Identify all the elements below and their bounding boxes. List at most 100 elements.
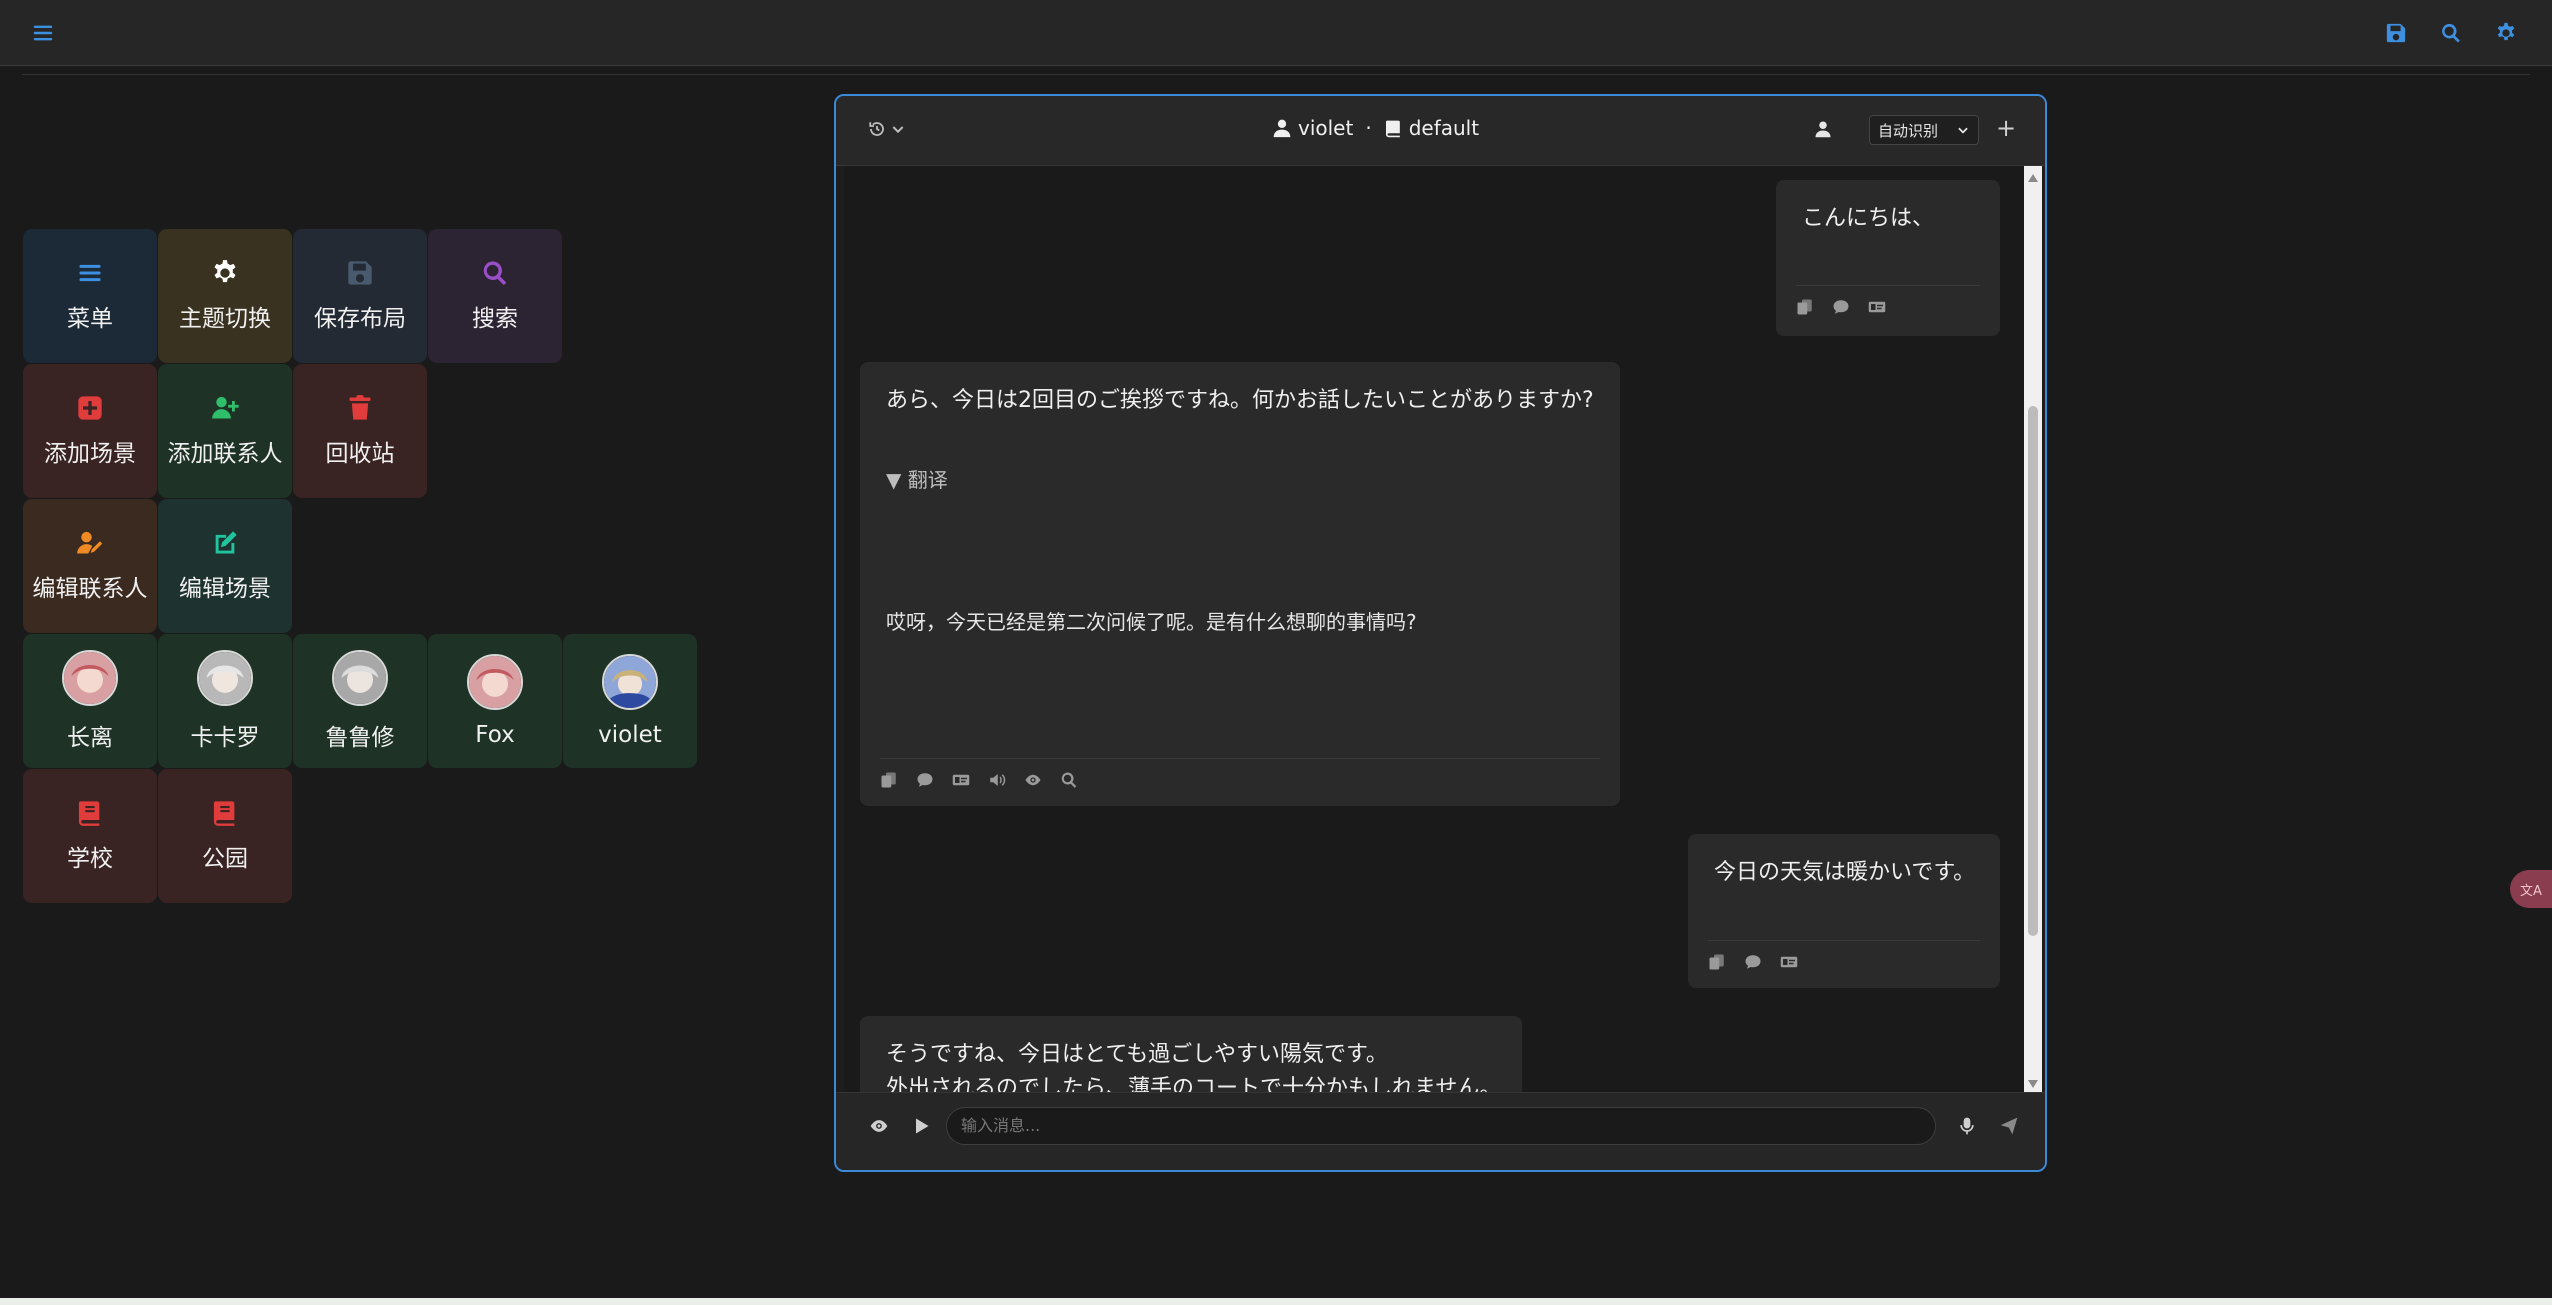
add-scene-tile[interactable]: 添加场景 (23, 364, 157, 498)
tile-label: 编辑联系人 (32, 576, 148, 602)
chat-title: violet · default (1272, 116, 1479, 140)
theme-toggle-tile[interactable]: 主题切换 (158, 229, 292, 363)
avatar (197, 650, 253, 706)
chat-composer: 输入消息... (836, 1092, 2045, 1170)
recycle-bin-tile[interactable]: 回收站 (293, 364, 427, 498)
microphone-button[interactable] (1954, 1113, 1980, 1139)
translation-toggle[interactable]: ▼ 翻译 (886, 464, 948, 493)
book-icon (78, 801, 100, 826)
edit-scene-tile[interactable]: 编辑场景 (158, 499, 292, 633)
tile-label: 编辑场景 (179, 576, 271, 602)
title-separator: · (1365, 116, 1372, 140)
user-plus-icon (212, 396, 239, 419)
id-card-icon[interactable] (1868, 298, 1886, 316)
contact-name: violet (1298, 116, 1354, 140)
scroll-down-arrow[interactable] (2028, 1080, 2038, 1088)
hamburger-icon[interactable] (28, 18, 58, 48)
save-layout-tile[interactable]: 保存布局 (293, 229, 427, 363)
scene-tile-school[interactable]: 学校 (23, 769, 157, 903)
copy-icon[interactable] (1708, 953, 1726, 971)
book-icon (1385, 120, 1400, 137)
tile-label: 卡卡罗 (190, 725, 260, 751)
id-card-icon[interactable] (1780, 953, 1798, 971)
message-tools (880, 758, 1600, 789)
history-dropdown[interactable] (868, 120, 906, 138)
contact-tile-violet[interactable]: violet (563, 634, 697, 768)
send-button[interactable] (1996, 1113, 2022, 1139)
tile-label: Fox (475, 722, 515, 748)
gear-icon[interactable] (2491, 18, 2521, 48)
copy-icon[interactable] (880, 771, 898, 789)
message-bubble-user: 今日の天気は暖かいです。 (1688, 834, 2000, 988)
search-icon[interactable] (2436, 18, 2466, 48)
scene-tile-park[interactable]: 公园 (158, 769, 292, 903)
tile-label: 长离 (67, 725, 113, 751)
message-bubble-assistant: そうですね、今日はとても過ごしやすい陽気です。 外出されるのでしたら、薄手のコー… (860, 1016, 1522, 1096)
message-list: こんにちは、 あら、今日は2回目のご挨拶ですね。何かお話したいことがありますか?… (844, 166, 2042, 1096)
eye-toggle-button[interactable] (866, 1113, 892, 1139)
chat-header: violet · default 自动识别 + (836, 96, 2045, 166)
eye-icon (870, 1120, 888, 1132)
hamburger-icon (79, 264, 101, 282)
tile-label: 回收站 (325, 441, 395, 467)
message-text: 今日の天気は暖かいです。 (1714, 860, 1976, 885)
eye-icon[interactable] (1024, 771, 1042, 789)
plus-square-icon (78, 396, 102, 420)
comment-icon[interactable] (1832, 298, 1850, 316)
contact-tile-changli[interactable]: 长离 (23, 634, 157, 768)
play-button[interactable] (908, 1113, 934, 1139)
language-select[interactable]: 自动识别 (1869, 115, 1979, 145)
avatar (467, 654, 523, 710)
message-bubble-user: こんにちは、 (1776, 180, 2000, 336)
scroll-up-arrow[interactable] (2028, 174, 2038, 182)
message-tools (1796, 285, 1980, 316)
translate-float-button[interactable]: 文A (2510, 870, 2552, 908)
tile-label: 学校 (67, 846, 113, 872)
user-icon (1815, 121, 1831, 138)
user-icon (1273, 119, 1291, 138)
save-icon[interactable] (2381, 18, 2411, 48)
comment-icon[interactable] (916, 771, 934, 789)
id-card-icon[interactable] (952, 771, 970, 789)
add-contact-tile[interactable]: 添加联系人 (158, 364, 292, 498)
scrollbar-thumb[interactable] (2028, 406, 2038, 936)
microphone-icon (1960, 1117, 1974, 1135)
message-text-line-1: そうですね、今日はとても過ごしやすい陽気です。 (886, 1042, 1388, 1067)
comment-icon[interactable] (1744, 953, 1762, 971)
divider (22, 74, 2530, 75)
play-icon (916, 1118, 929, 1134)
send-icon (2000, 1117, 2018, 1135)
tile-label: 公园 (202, 846, 248, 872)
tile-label: 菜单 (67, 306, 113, 332)
book-icon (213, 801, 235, 826)
gear-icon (214, 260, 236, 283)
message-input[interactable]: 输入消息... (946, 1107, 1936, 1145)
translate-icon: 文A (2520, 883, 2542, 899)
contact-tile-fox[interactable]: Fox (428, 634, 562, 768)
chevron-down-icon (1958, 127, 1968, 134)
contact-tile-lelouch[interactable]: 鲁鲁修 (293, 634, 427, 768)
scrollbar[interactable] (2024, 166, 2042, 1096)
user-profile-button[interactable] (1814, 120, 1832, 142)
avatar (62, 650, 118, 706)
scene-name: default (1408, 116, 1480, 140)
tile-label: violet (598, 722, 662, 748)
history-icon (869, 122, 884, 136)
avatar (602, 654, 658, 710)
contact-tile-kakaluo[interactable]: 卡卡罗 (158, 634, 292, 768)
tile-label: 搜索 (472, 306, 518, 332)
tile-label: 添加联系人 (167, 441, 283, 467)
chevron-down-icon (892, 126, 904, 134)
add-button[interactable]: + (1996, 114, 2016, 142)
translation-text: 哎呀，今天已经是第二次问候了呢。是有什么想聊的事情吗? (886, 610, 1417, 634)
tile-label: 添加场景 (44, 441, 136, 467)
top-bar (0, 0, 2552, 66)
tile-label: 主题切换 (179, 306, 271, 332)
search-icon[interactable] (1060, 771, 1078, 789)
volume-icon[interactable] (988, 771, 1006, 789)
copy-icon[interactable] (1796, 298, 1814, 316)
user-edit-icon (77, 531, 103, 554)
menu-tile[interactable]: 菜单 (23, 229, 157, 363)
search-tile[interactable]: 搜索 (428, 229, 562, 363)
edit-contact-tile[interactable]: 编辑联系人 (23, 499, 157, 633)
